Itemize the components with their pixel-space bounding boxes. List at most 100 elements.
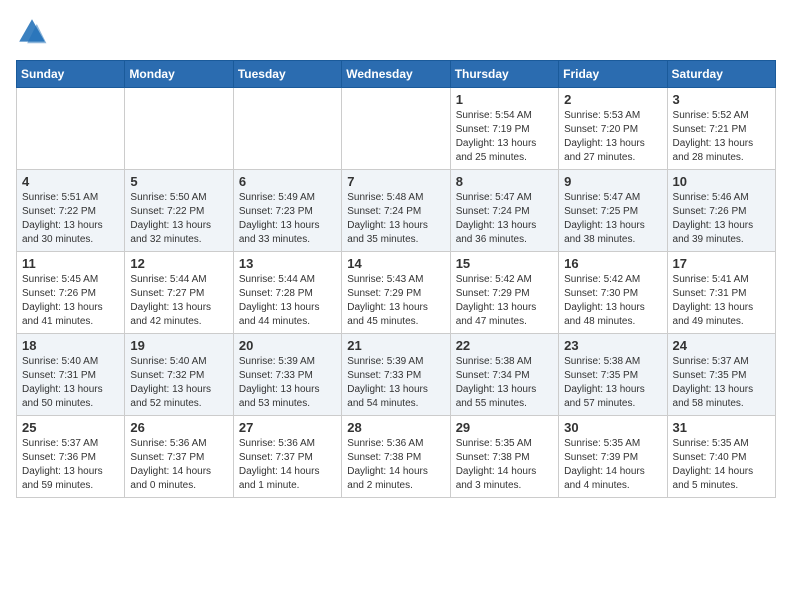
cell-content: Sunrise: 5:35 AM Sunset: 7:40 PM Dayligh… — [673, 437, 770, 493]
cell-content: Sunrise: 5:36 AM Sunset: 7:37 PM Dayligh… — [239, 437, 336, 493]
day-number: 30 — [564, 420, 661, 435]
day-number: 3 — [673, 92, 770, 107]
cell-content: Sunrise: 5:43 AM Sunset: 7:29 PM Dayligh… — [347, 273, 444, 329]
calendar-week-row: 25 Sunrise: 5:37 AM Sunset: 7:36 PM Dayli… — [17, 416, 776, 498]
cell-content: Sunrise: 5:35 AM Sunset: 7:38 PM Dayligh… — [456, 437, 553, 493]
cell-content: Sunrise: 5:48 AM Sunset: 7:24 PM Dayligh… — [347, 191, 444, 247]
calendar-cell: 30 Sunrise: 5:35 AM Sunset: 7:39 PM Dayli… — [559, 416, 667, 498]
cell-content: Sunrise: 5:44 AM Sunset: 7:27 PM Dayligh… — [130, 273, 227, 329]
day-number: 20 — [239, 338, 336, 353]
calendar-cell: 21 Sunrise: 5:39 AM Sunset: 7:33 PM Dayli… — [342, 334, 450, 416]
calendar-cell: 25 Sunrise: 5:37 AM Sunset: 7:36 PM Dayli… — [17, 416, 125, 498]
cell-content: Sunrise: 5:50 AM Sunset: 7:22 PM Dayligh… — [130, 191, 227, 247]
cell-content: Sunrise: 5:41 AM Sunset: 7:31 PM Dayligh… — [673, 273, 770, 329]
calendar-cell: 5 Sunrise: 5:50 AM Sunset: 7:22 PM Daylig… — [125, 170, 233, 252]
day-header-friday: Friday — [559, 61, 667, 88]
cell-content: Sunrise: 5:45 AM Sunset: 7:26 PM Dayligh… — [22, 273, 119, 329]
day-number: 17 — [673, 256, 770, 271]
calendar-cell — [17, 88, 125, 170]
cell-content: Sunrise: 5:51 AM Sunset: 7:22 PM Dayligh… — [22, 191, 119, 247]
calendar-cell: 18 Sunrise: 5:40 AM Sunset: 7:31 PM Dayli… — [17, 334, 125, 416]
day-header-thursday: Thursday — [450, 61, 558, 88]
day-number: 31 — [673, 420, 770, 435]
cell-content: Sunrise: 5:49 AM Sunset: 7:23 PM Dayligh… — [239, 191, 336, 247]
day-number: 15 — [456, 256, 553, 271]
day-header-saturday: Saturday — [667, 61, 775, 88]
calendar-cell: 1Sunrise: 5:54 AM Sunset: 7:19 PM Daylig… — [450, 88, 558, 170]
calendar-table: SundayMondayTuesdayWednesdayThursdayFrid… — [16, 60, 776, 498]
day-number: 11 — [22, 256, 119, 271]
cell-content: Sunrise: 5:53 AM Sunset: 7:20 PM Dayligh… — [564, 109, 661, 165]
day-number: 21 — [347, 338, 444, 353]
calendar-cell: 16Sunrise: 5:42 AM Sunset: 7:30 PM Dayli… — [559, 252, 667, 334]
day-number: 13 — [239, 256, 336, 271]
cell-content: Sunrise: 5:38 AM Sunset: 7:34 PM Dayligh… — [456, 355, 553, 411]
day-number: 24 — [673, 338, 770, 353]
day-number: 14 — [347, 256, 444, 271]
calendar-cell: 13 Sunrise: 5:44 AM Sunset: 7:28 PM Dayli… — [233, 252, 341, 334]
day-number: 2 — [564, 92, 661, 107]
day-number: 26 — [130, 420, 227, 435]
calendar-week-row: 4 Sunrise: 5:51 AM Sunset: 7:22 PM Daylig… — [17, 170, 776, 252]
calendar-cell: 7 Sunrise: 5:48 AM Sunset: 7:24 PM Daylig… — [342, 170, 450, 252]
day-header-tuesday: Tuesday — [233, 61, 341, 88]
calendar-cell — [233, 88, 341, 170]
day-number: 27 — [239, 420, 336, 435]
cell-content: Sunrise: 5:35 AM Sunset: 7:39 PM Dayligh… — [564, 437, 661, 493]
cell-content: Sunrise: 5:37 AM Sunset: 7:35 PM Dayligh… — [673, 355, 770, 411]
calendar-cell: 8 Sunrise: 5:47 AM Sunset: 7:24 PM Daylig… — [450, 170, 558, 252]
day-header-wednesday: Wednesday — [342, 61, 450, 88]
logo — [16, 16, 52, 48]
day-number: 22 — [456, 338, 553, 353]
day-number: 23 — [564, 338, 661, 353]
day-number: 5 — [130, 174, 227, 189]
calendar-cell: 23Sunrise: 5:38 AM Sunset: 7:35 PM Dayli… — [559, 334, 667, 416]
cell-content: Sunrise: 5:40 AM Sunset: 7:32 PM Dayligh… — [130, 355, 227, 411]
day-number: 7 — [347, 174, 444, 189]
calendar-cell: 29 Sunrise: 5:35 AM Sunset: 7:38 PM Dayli… — [450, 416, 558, 498]
day-number: 1 — [456, 92, 553, 107]
calendar-cell: 11 Sunrise: 5:45 AM Sunset: 7:26 PM Dayli… — [17, 252, 125, 334]
day-header-monday: Monday — [125, 61, 233, 88]
cell-content: Sunrise: 5:44 AM Sunset: 7:28 PM Dayligh… — [239, 273, 336, 329]
day-number: 29 — [456, 420, 553, 435]
calendar-cell: 2 Sunrise: 5:53 AM Sunset: 7:20 PM Daylig… — [559, 88, 667, 170]
cell-content: Sunrise: 5:36 AM Sunset: 7:38 PM Dayligh… — [347, 437, 444, 493]
cell-content: Sunrise: 5:46 AM Sunset: 7:26 PM Dayligh… — [673, 191, 770, 247]
calendar-week-row: 18 Sunrise: 5:40 AM Sunset: 7:31 PM Dayli… — [17, 334, 776, 416]
calendar-cell: 19 Sunrise: 5:40 AM Sunset: 7:32 PM Dayli… — [125, 334, 233, 416]
day-number: 12 — [130, 256, 227, 271]
cell-content: Sunrise: 5:36 AM Sunset: 7:37 PM Dayligh… — [130, 437, 227, 493]
cell-content: Sunrise: 5:39 AM Sunset: 7:33 PM Dayligh… — [347, 355, 444, 411]
cell-content: Sunrise: 5:37 AM Sunset: 7:36 PM Dayligh… — [22, 437, 119, 493]
calendar-cell: 27 Sunrise: 5:36 AM Sunset: 7:37 PM Dayli… — [233, 416, 341, 498]
calendar-cell — [342, 88, 450, 170]
day-number: 8 — [456, 174, 553, 189]
calendar-cell: 15 Sunrise: 5:42 AM Sunset: 7:29 PM Dayli… — [450, 252, 558, 334]
cell-content: Sunrise: 5:47 AM Sunset: 7:24 PM Dayligh… — [456, 191, 553, 247]
day-number: 9 — [564, 174, 661, 189]
calendar-cell: 9 Sunrise: 5:47 AM Sunset: 7:25 PM Daylig… — [559, 170, 667, 252]
calendar-cell: 31 Sunrise: 5:35 AM Sunset: 7:40 PM Dayli… — [667, 416, 775, 498]
calendar-cell: 10 Sunrise: 5:46 AM Sunset: 7:26 PM Dayli… — [667, 170, 775, 252]
day-number: 18 — [22, 338, 119, 353]
cell-content: Sunrise: 5:42 AM Sunset: 7:29 PM Dayligh… — [456, 273, 553, 329]
calendar-cell: 12 Sunrise: 5:44 AM Sunset: 7:27 PM Dayli… — [125, 252, 233, 334]
calendar-cell: 20Sunrise: 5:39 AM Sunset: 7:33 PM Dayli… — [233, 334, 341, 416]
calendar-cell: 6 Sunrise: 5:49 AM Sunset: 7:23 PM Daylig… — [233, 170, 341, 252]
day-header-sunday: Sunday — [17, 61, 125, 88]
cell-content: Sunrise: 5:42 AM Sunset: 7:30 PM Dayligh… — [564, 273, 661, 329]
calendar-cell: 14 Sunrise: 5:43 AM Sunset: 7:29 PM Dayli… — [342, 252, 450, 334]
calendar-header-row: SundayMondayTuesdayWednesdayThursdayFrid… — [17, 61, 776, 88]
calendar-cell: 3Sunrise: 5:52 AM Sunset: 7:21 PM Daylig… — [667, 88, 775, 170]
cell-content: Sunrise: 5:40 AM Sunset: 7:31 PM Dayligh… — [22, 355, 119, 411]
calendar-cell: 28 Sunrise: 5:36 AM Sunset: 7:38 PM Dayli… — [342, 416, 450, 498]
day-number: 28 — [347, 420, 444, 435]
calendar-cell: 26 Sunrise: 5:36 AM Sunset: 7:37 PM Dayli… — [125, 416, 233, 498]
day-number: 19 — [130, 338, 227, 353]
day-number: 4 — [22, 174, 119, 189]
day-number: 6 — [239, 174, 336, 189]
day-number: 25 — [22, 420, 119, 435]
day-number: 10 — [673, 174, 770, 189]
cell-content: Sunrise: 5:47 AM Sunset: 7:25 PM Dayligh… — [564, 191, 661, 247]
